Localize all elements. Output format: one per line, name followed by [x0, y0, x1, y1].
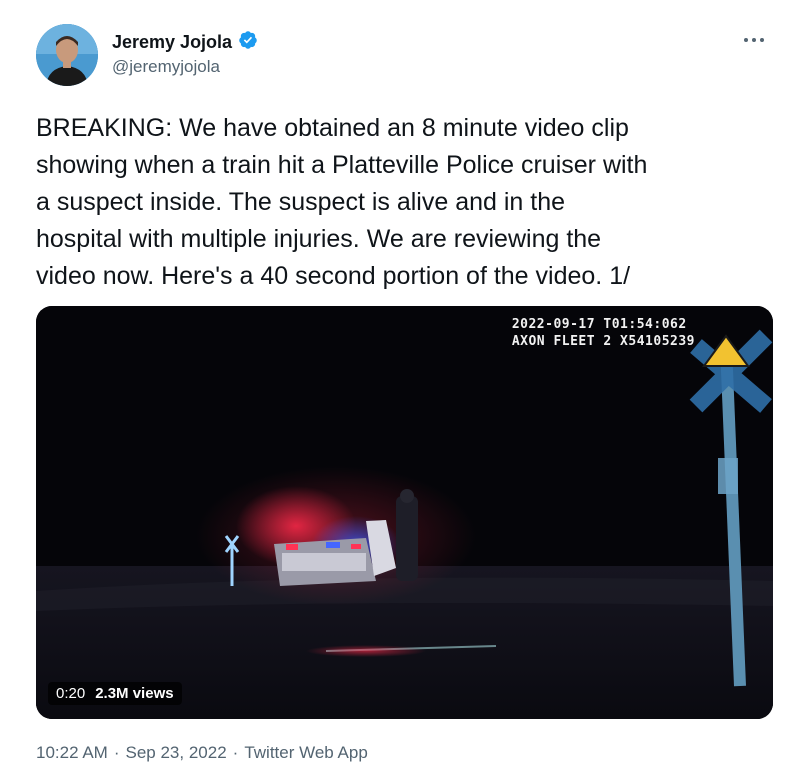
author-name-row: Jeremy Jojola — [112, 30, 258, 55]
author-display-name[interactable]: Jeremy Jojola — [112, 32, 232, 53]
author-handle[interactable]: @jeremyjojola — [112, 57, 220, 77]
verified-badge-icon — [238, 30, 258, 55]
tweet: Jeremy Jojola @jeremyjojola BREAKING: We… — [0, 0, 800, 783]
video-stats: 0:20 2.3M views — [48, 682, 182, 705]
meta-separator: · — [113, 743, 120, 762]
video-frame — [36, 306, 773, 719]
tweet-time[interactable]: 10:22 AM — [36, 743, 108, 763]
video-time: 0:20 — [56, 685, 86, 702]
video-player[interactable]: 2022-09-17 T01:54:062 AXON FLEET 2 X5410… — [36, 306, 773, 719]
tweet-meta: 10:22 AM · Sep 23, 2022 · Twitter Web Ap… — [36, 743, 368, 763]
more-options-icon[interactable] — [740, 26, 768, 54]
avatar-image — [36, 24, 98, 86]
dashcam-timestamp: 2022-09-17 T01:54:062 — [511, 317, 687, 332]
dashcam-device-id: AXON FLEET 2 X54105239 — [511, 334, 695, 349]
tweet-date[interactable]: Sep 23, 2022 — [126, 743, 227, 763]
tweet-text: BREAKING: We have obtained an 8 minute v… — [36, 114, 648, 290]
meta-separator: · — [232, 743, 239, 762]
tweet-source[interactable]: Twitter Web App — [244, 743, 367, 763]
avatar[interactable] — [36, 24, 98, 86]
dashcam-overlay: 2022-09-17 T01:54:062 AXON FLEET 2 X5410… — [512, 316, 695, 350]
video-views: 2.3M views — [95, 685, 174, 702]
